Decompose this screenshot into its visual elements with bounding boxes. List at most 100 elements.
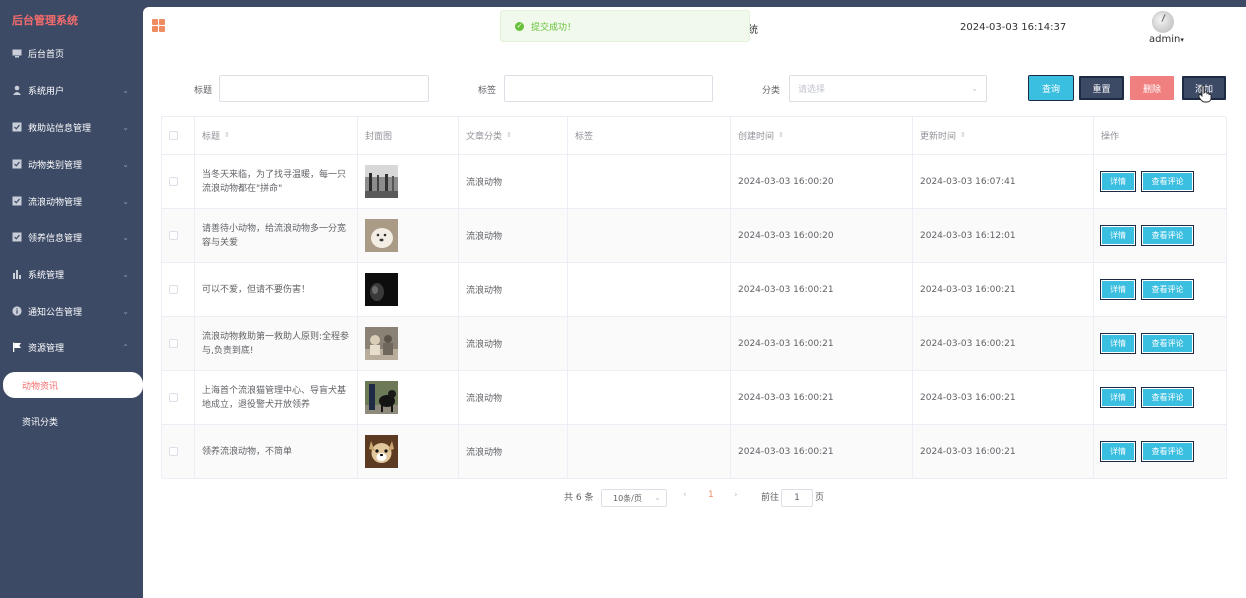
chevron-down-icon: ⌄ [122,85,129,95]
sidebar-item-label: 系统管理 [28,270,65,281]
row-updated: 2024-03-03 16:07:41 [913,155,1094,208]
sidebar-item-adoption[interactable]: 领养信息管理 ⌄ [0,220,143,254]
sidebar: 后台管理系统 后台首页 系统用户 ⌄ 救助站信息管理 ⌄ 动物类别管理 ⌄ 流浪… [0,0,143,598]
sidebar-item-resources[interactable]: 资源管理 ⌃ [0,330,143,364]
sidebar-item-system-users[interactable]: 系统用户 ⌄ [0,73,143,107]
title-input[interactable] [219,75,429,102]
tag-input[interactable] [504,75,713,102]
sidebar-item-rescue-station[interactable]: 救助站信息管理 ⌄ [0,110,143,144]
next-page-button[interactable]: › [734,490,738,500]
row-checkbox[interactable] [162,263,195,316]
col-updated[interactable]: 更新时间 ⇕ [913,117,1094,154]
col-tag: 标签 [568,117,731,154]
table-row: 请善待小动物，给流浪动物多一分宽容与关爱 流浪动物 2024-03-03 16:… [162,209,1227,263]
cover-image[interactable] [365,381,398,414]
caret-down-icon: ▾ [1180,36,1184,44]
cover-image[interactable] [365,273,398,306]
sidebar-item-label: 流浪动物管理 [28,197,83,208]
row-created: 2024-03-03 16:00:20 [731,155,913,208]
sort-icon[interactable]: ⇕ [778,132,784,139]
col-tag-label: 标签 [575,132,594,142]
row-category: 流浪动物 [459,371,568,424]
view-comments-button[interactable]: 查看评论 [1141,333,1194,354]
sidebar-item-stray-animals[interactable]: 流浪动物管理 ⌄ [0,184,143,218]
chevron-down-icon: ⌄ [122,232,129,242]
flag-icon [12,342,22,352]
reset-button[interactable]: 重置 [1079,76,1124,100]
table-row: 领养流浪动物，不简单 流浪动物 2024-03-03 16:00:21 2024… [162,425,1227,479]
sidebar-item-label: 资源管理 [28,343,65,354]
sidebar-item-notices[interactable]: 通知公告管理 ⌄ [0,294,143,328]
row-category: 流浪动物 [459,263,568,316]
chevron-down-icon: ⌄ [122,196,129,206]
row-cover [358,263,459,316]
sort-icon[interactable]: ⇕ [506,132,512,139]
sidebar-item-system-management[interactable]: 系统管理 ⌄ [0,257,143,291]
row-category: 流浪动物 [459,425,568,478]
checkbox-icon [12,159,22,169]
row-cover [358,425,459,478]
sidebar-subitem-news-category[interactable]: 资讯分类 [0,408,143,434]
row-checkbox[interactable] [162,155,195,208]
detail-button[interactable]: 详情 [1100,171,1136,192]
cover-image[interactable] [365,435,398,468]
avatar[interactable] [1152,11,1174,33]
detail-button[interactable]: 详情 [1100,279,1136,300]
pagination-total: 共 6 条 [564,493,594,503]
sidebar-subitem-animal-news[interactable]: 动物资讯 [3,372,143,398]
row-tag [568,209,731,262]
select-all-checkbox[interactable] [162,117,195,154]
sidebar-item-label: 后台首页 [28,49,65,60]
row-cover [358,209,459,262]
prev-page-button[interactable]: ‹ [683,490,687,500]
query-button[interactable]: 查询 [1028,75,1074,101]
row-checkbox[interactable] [162,317,195,370]
view-comments-button[interactable]: 查看评论 [1141,225,1194,246]
user-menu[interactable]: admin▾ [1149,34,1184,45]
cover-image[interactable] [365,327,398,360]
chevron-up-icon: ⌃ [122,342,129,352]
row-checkbox[interactable] [162,425,195,478]
checkbox-icon [12,196,22,206]
page-number-current[interactable]: 1 [708,490,714,500]
delete-button[interactable]: 删除 [1130,76,1174,100]
col-actions-label: 操作 [1101,132,1120,142]
hand-cursor-icon [1198,85,1212,103]
view-comments-button[interactable]: 查看评论 [1141,387,1194,408]
col-title[interactable]: 标题 ⇕ [195,117,358,154]
sort-icon[interactable]: ⇕ [960,132,966,139]
row-created: 2024-03-03 16:00:20 [731,209,913,262]
view-comments-button[interactable]: 查看评论 [1141,171,1194,192]
row-tag [568,425,731,478]
row-checkbox[interactable] [162,209,195,262]
cover-image[interactable] [365,219,398,252]
row-tag [568,155,731,208]
table-row: 流浪动物救助第一救助人原则:全程参与,负责到底! 流浪动物 2024-03-03… [162,317,1227,371]
sort-icon[interactable]: ⇕ [224,132,230,139]
row-category: 流浪动物 [459,155,568,208]
table-row: 当冬天来临，为了找寻温暖，每一只流浪动物都在"拼命" 流浪动物 2024-03-… [162,155,1227,209]
menu-grid-icon[interactable] [152,19,165,32]
checkbox-icon [12,122,22,132]
sidebar-item-animal-category[interactable]: 动物类别管理 ⌄ [0,147,143,181]
sidebar-item-home[interactable]: 后台首页 [0,36,143,70]
success-toast: ✓ 提交成功！ [500,10,750,42]
detail-button[interactable]: 详情 [1100,441,1136,462]
detail-button[interactable]: 详情 [1100,387,1136,408]
chevron-down-icon: ⌄ [654,493,661,502]
goto-label: 前往 [761,493,780,503]
view-comments-button[interactable]: 查看评论 [1141,441,1194,462]
view-comments-button[interactable]: 查看评论 [1141,279,1194,300]
chevron-down-icon: ⌄ [971,84,978,93]
monitor-icon [12,48,22,58]
col-category[interactable]: 文章分类 ⇕ [459,117,568,154]
category-select[interactable]: 请选择 ⌄ [789,75,987,102]
row-checkbox[interactable] [162,371,195,424]
row-updated: 2024-03-03 16:00:21 [913,317,1094,370]
page-size-select[interactable]: 10条/页 ⌄ [601,489,667,507]
col-created[interactable]: 创建时间 ⇕ [731,117,913,154]
cover-image[interactable] [365,165,398,198]
detail-button[interactable]: 详情 [1100,333,1136,354]
goto-page-input[interactable]: 1 [781,489,813,507]
detail-button[interactable]: 详情 [1100,225,1136,246]
